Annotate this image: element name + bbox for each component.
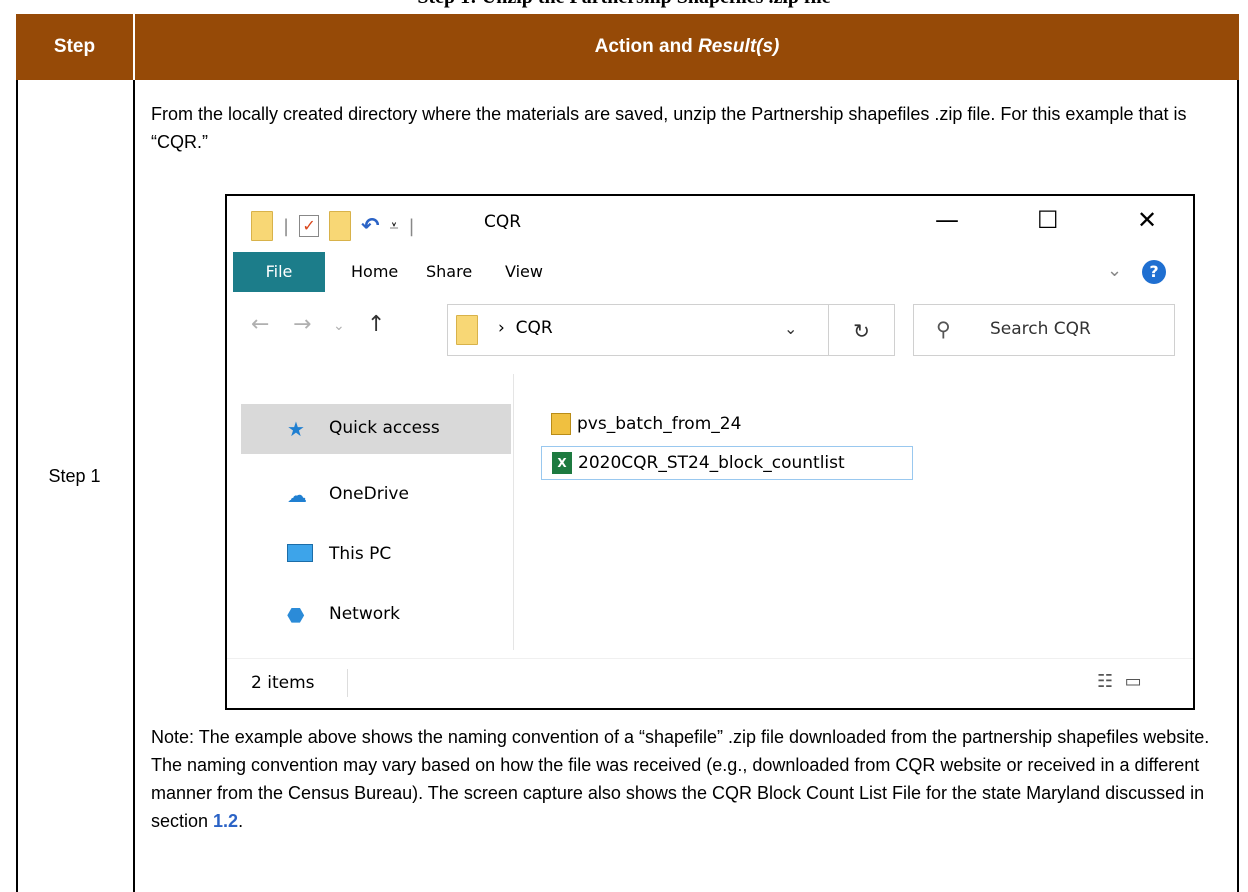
status-separator	[347, 669, 348, 697]
table-border-right	[1237, 80, 1239, 892]
window-title: CQR	[484, 212, 522, 232]
steps-table: Step Action and Result(s) Step 1 From th…	[16, 14, 1239, 892]
search-icon: ⚲	[936, 317, 951, 341]
expand-ribbon-chevron-icon[interactable]: ⌄	[1107, 260, 1122, 281]
breadcrumb[interactable]: › CQR	[498, 318, 553, 338]
header-action: Action and Result(s)	[135, 14, 1239, 80]
sidebar-item-label: Quick access	[329, 418, 440, 438]
document-caption: Step 1: Unzip the Partnership Shapefiles…	[0, 0, 1248, 9]
list-item[interactable]: X 2020CQR_ST24_block_countlist	[541, 446, 913, 480]
details-view-icon[interactable]: ☷	[1097, 671, 1113, 692]
folder-icon	[251, 211, 273, 241]
file-name: 2020CQR_ST24_block_countlist	[578, 453, 845, 473]
title-bar: | ✓ ↶ ⩡ | CQR — ☐ ✕	[227, 196, 1193, 252]
step-label: Step 1	[48, 466, 101, 486]
status-bar: 2 items ☷ ▭	[227, 658, 1193, 707]
search-input[interactable]: ⚲ Search CQR	[913, 304, 1175, 356]
list-item[interactable]: pvs_batch_from_24	[541, 408, 921, 442]
tab-home[interactable]: Home	[351, 252, 398, 292]
sidebar-item-label: This PC	[329, 544, 392, 564]
search-placeholder: Search CQR	[990, 319, 1091, 339]
monitor-icon	[287, 543, 313, 567]
section-link[interactable]: 1.2	[213, 811, 238, 831]
navigation-bar: ← → ⌄ ↑ › CQR ⌄ ↻ ⚲ Search CQR	[227, 296, 1193, 358]
intro-text: From the locally created directory where…	[151, 104, 1187, 152]
header-result: Result(s)	[698, 36, 780, 57]
help-icon[interactable]: ?	[1142, 260, 1166, 284]
sidebar-item-label: Network	[329, 604, 400, 624]
cloud-icon: ☁	[287, 483, 307, 507]
refresh-icon[interactable]: ↻	[829, 304, 895, 356]
network-icon: ⬣	[287, 603, 305, 627]
sidebar-item-quick-access[interactable]: ★ Quick access	[241, 404, 511, 454]
excel-icon: X	[552, 452, 572, 474]
pane-divider[interactable]	[513, 374, 514, 650]
star-icon: ★	[287, 417, 305, 441]
item-count: 2 items	[251, 673, 315, 693]
toolbar-separator: |	[408, 215, 415, 237]
undo-icon[interactable]: ↶	[361, 214, 379, 239]
folder-icon	[456, 315, 478, 345]
sidebar-item-label: OneDrive	[329, 484, 409, 504]
tab-view[interactable]: View	[505, 252, 543, 292]
close-button[interactable]: ✕	[1137, 206, 1157, 234]
tab-file[interactable]: File	[233, 252, 325, 292]
file-explorer-screenshot: | ✓ ↶ ⩡ | CQR — ☐ ✕ File Home Share View…	[225, 194, 1195, 710]
sidebar-item-onedrive[interactable]: ☁ OneDrive	[241, 470, 511, 520]
forward-arrow-icon[interactable]: →	[293, 312, 311, 337]
quick-access-toolbar: | ✓ ↶ ⩡ |	[251, 211, 415, 241]
up-arrow-icon[interactable]: ↑	[367, 312, 385, 337]
back-arrow-icon[interactable]: ←	[251, 312, 269, 337]
zip-folder-icon	[551, 413, 571, 435]
tab-share[interactable]: Share	[426, 252, 472, 292]
maximize-button[interactable]: ☐	[1037, 206, 1059, 234]
ribbon: File Home Share View ⌄ ?	[227, 252, 1193, 296]
file-name: pvs_batch_from_24	[577, 414, 742, 434]
header-step: Step	[16, 14, 133, 80]
recent-locations-chevron-icon[interactable]: ⌄	[333, 318, 345, 334]
new-folder-icon[interactable]	[329, 211, 352, 241]
sidebar-item-this-pc[interactable]: This PC	[241, 530, 511, 580]
view-toggle: ☷ ▭	[1097, 671, 1142, 692]
minimize-button[interactable]: —	[935, 206, 959, 234]
table-column-divider	[133, 80, 135, 892]
toolbar-separator: |	[283, 215, 290, 237]
sidebar-item-network[interactable]: ⬣ Network	[241, 590, 511, 640]
address-bar[interactable]: › CQR ⌄	[447, 304, 829, 356]
address-dropdown-chevron-icon[interactable]: ⌄	[784, 319, 797, 338]
note-text: Note: The example above shows the naming…	[151, 727, 1210, 831]
large-icons-view-icon[interactable]: ▭	[1125, 671, 1142, 692]
customize-toolbar-icon[interactable]: ⩡	[390, 216, 399, 236]
properties-icon[interactable]: ✓	[299, 215, 320, 237]
navigation-pane: ★ Quick access ☁ OneDrive This PC ⬣ Netw…	[227, 374, 513, 648]
